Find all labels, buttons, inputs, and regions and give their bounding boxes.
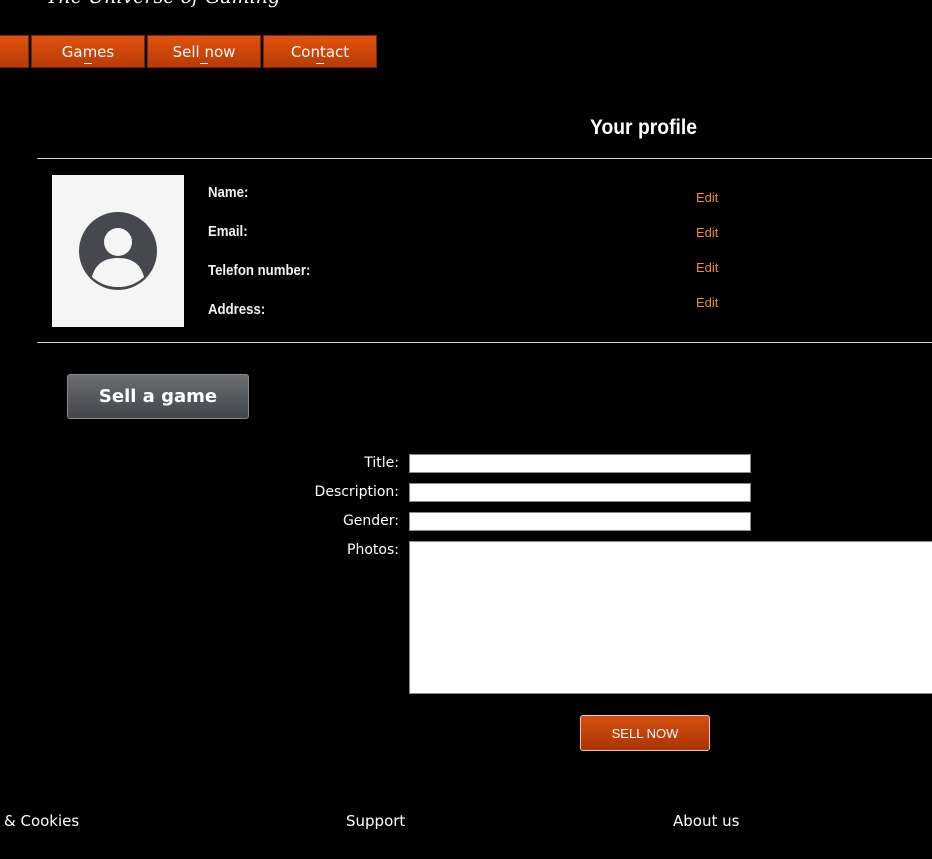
photos-label: Photos: — [347, 542, 399, 558]
footer-link-cookies[interactable]: & Cookies — [4, 812, 79, 830]
active-underline — [84, 63, 92, 64]
user-avatar-icon — [79, 212, 157, 290]
footer-link-about-us[interactable]: About us — [673, 812, 739, 830]
page-title: Your profile — [590, 116, 697, 139]
divider — [37, 342, 932, 343]
site-tagline: The Universe of Gaming — [46, 0, 280, 8]
edit-email-link[interactable]: Edit — [696, 225, 718, 240]
title-field[interactable] — [409, 454, 751, 473]
title-label: Title: — [364, 455, 399, 471]
description-label: Description: — [314, 484, 399, 500]
nav-item-sell-now[interactable]: Sell now — [147, 35, 261, 68]
edit-name-link[interactable]: Edit — [696, 190, 718, 205]
description-field[interactable] — [409, 483, 751, 502]
active-underline — [200, 63, 208, 64]
gender-label: Gender: — [342, 513, 399, 529]
nav-item-label: Games — [61, 42, 115, 61]
name-label: Name: — [208, 184, 249, 201]
email-label: Email: — [208, 223, 248, 240]
divider — [37, 158, 932, 159]
active-underline — [316, 63, 324, 64]
gender-field[interactable] — [409, 512, 751, 531]
sell-a-game-button[interactable]: Sell a game — [67, 374, 249, 419]
edit-address-link[interactable]: Edit — [696, 295, 718, 310]
footer-link-support[interactable]: Support — [346, 812, 405, 830]
photos-field[interactable] — [409, 541, 932, 694]
nav-item-label: Contact — [290, 42, 350, 61]
nav-item-games[interactable]: Games — [31, 35, 145, 68]
nav-item-label: Sell now — [172, 42, 236, 61]
edit-phone-link[interactable]: Edit — [696, 260, 718, 275]
phone-label: Telefon number: — [208, 262, 311, 279]
nav-item-home[interactable] — [0, 35, 29, 68]
sell-now-button[interactable]: SELL NOW — [580, 715, 710, 751]
nav-item-contact[interactable]: Contact — [263, 35, 377, 68]
address-label: Address: — [208, 301, 266, 318]
avatar — [52, 175, 184, 327]
